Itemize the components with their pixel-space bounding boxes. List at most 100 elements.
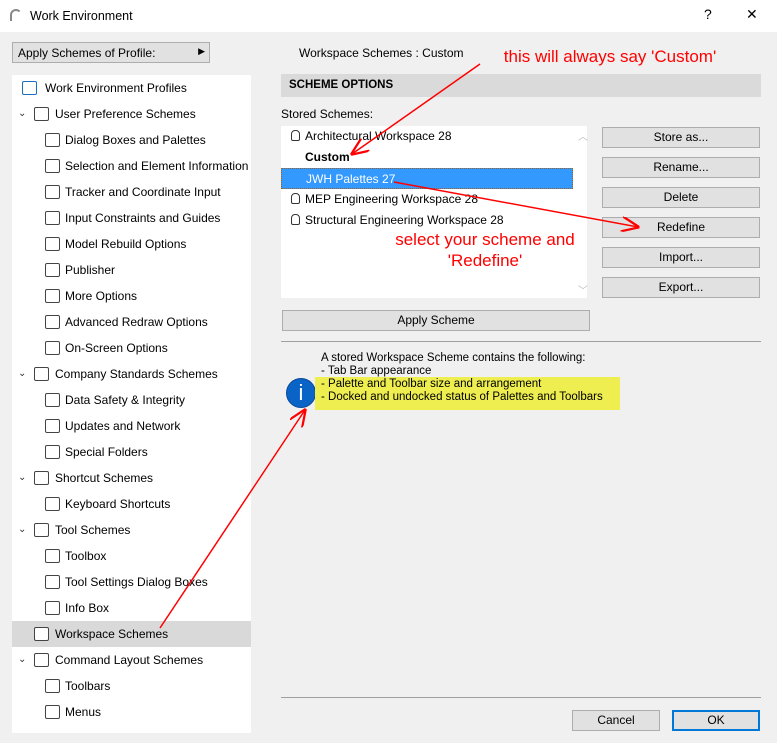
tree-item[interactable]: Dialog Boxes and Palettes [12,127,251,153]
tree-item-label: Workspace Schemes [55,627,169,641]
highlighted-description: - Palette and Toolbar size and arrangeme… [315,377,620,410]
triangle-right-icon: ▶ [198,46,205,56]
folders-icon [45,445,60,459]
store-as-button[interactable]: Store as... [602,127,760,148]
tree-item[interactable]: Info Box [12,595,251,621]
annotation-custom-note: this will always say 'Custom' [503,47,717,66]
redraw-icon [45,315,60,329]
tool-schemes-icon [34,523,49,537]
description-line: - Docked and undocked status of Palettes… [321,391,603,403]
stored-schemes-label: Stored Schemes: [281,107,374,121]
tree-item[interactable]: On-Screen Options [12,335,251,361]
tree-item[interactable]: Input Constraints and Guides [12,205,251,231]
tree-item-label: User Preference Schemes [55,107,196,121]
apply-profile-label: Apply Schemes of Profile: [18,46,156,60]
tree-item-label: Updates and Network [65,419,181,433]
window-title: Work Environment [30,9,133,23]
input-constraints-icon [45,211,60,225]
chevron-down-icon[interactable]: ⌄ [18,517,26,543]
tool-settings-icon [45,575,60,589]
chevron-down-icon[interactable]: ⌄ [18,101,26,127]
tree-item[interactable]: Model Rebuild Options [12,231,251,257]
tree-item[interactable]: ⌄ Tool Schemes [12,517,251,543]
tree-item[interactable]: Updates and Network [12,413,251,439]
tree-item[interactable]: ⌄ Shortcut Schemes [12,465,251,491]
chevron-down-icon[interactable]: ⌄ [18,465,26,491]
tree-item[interactable]: Work Environment Profiles [12,75,251,101]
tree-item[interactable]: Special Folders [12,439,251,465]
tree-item[interactable]: Workspace Schemes [12,621,251,647]
info-box-icon [45,601,60,615]
keyboard-icon [45,497,60,511]
export-button[interactable]: Export... [602,277,760,298]
tree-item[interactable]: Toolbars [12,673,251,699]
tree-item-label: Selection and Element Information [65,159,249,173]
tree-item[interactable]: More Options [12,283,251,309]
profiles-icon [22,81,37,95]
scheme-label: JWH Palettes 27 [306,172,396,186]
delete-button[interactable]: Delete [602,187,760,208]
apply-schemes-of-profile-button[interactable]: Apply Schemes of Profile: ▶ [12,42,210,63]
tree-item-label: Special Folders [65,445,148,459]
tree-item[interactable]: ⌄ Company Standards Schemes [12,361,251,387]
tree-item-label: Company Standards Schemes [55,367,218,381]
annotation-redefine-note: select your scheme and 'Redefine' [380,229,590,271]
cancel-button[interactable]: Cancel [572,710,660,731]
scheme-list-item[interactable]: Structural Engineering Workspace 28 [281,210,573,231]
footer-divider [281,697,761,698]
network-icon [45,419,60,433]
chevron-down-icon[interactable]: ⌄ [18,647,26,673]
company-standards-icon [34,367,49,381]
description-line: A stored Workspace Scheme contains the f… [321,352,586,364]
tree-item[interactable]: Menus [12,699,251,725]
scheme-label: Structural Engineering Workspace 28 [305,213,504,227]
workspace-schemes-status: Workspace Schemes : Custom [299,46,464,60]
tree-item[interactable]: Toolbox [12,543,251,569]
ok-button[interactable]: OK [672,710,760,731]
tree-item[interactable]: Advanced Redraw Options [12,309,251,335]
tree-item[interactable]: ⌄ Command Layout Schemes [12,647,251,673]
tree-item[interactable]: Tool Settings Dialog Boxes [12,569,251,595]
close-button[interactable]: ✕ [746,6,758,23]
tree-item[interactable]: ⌄ User Preference Schemes [12,101,251,127]
apply-scheme-button[interactable]: Apply Scheme [282,310,590,331]
redefine-button[interactable]: Redefine [602,217,760,238]
menus-icon [45,705,60,719]
import-button[interactable]: Import... [602,247,760,268]
rename-button[interactable]: Rename... [602,157,760,178]
info-icon: i [286,378,316,408]
chevron-down-icon[interactable]: ⌄ [18,361,26,387]
panel-divider[interactable] [252,75,264,733]
help-button[interactable]: ? [704,6,712,22]
scheme-list-item[interactable]: Custom [281,147,573,168]
scheme-list-item[interactable]: JWH Palettes 27 [281,168,573,189]
more-options-icon [45,289,60,303]
tree-item-label: Keyboard Shortcuts [65,497,171,511]
scheme-label: Architectural Workspace 28 [305,129,452,143]
tree-item-label: Toolbox [65,549,107,563]
tree-item-label: Tool Settings Dialog Boxes [65,575,208,589]
status-value: Custom [422,46,464,60]
tree-item-label: Advanced Redraw Options [65,315,208,329]
tree-item-label: Input Constraints and Guides [65,211,221,225]
settings-tree[interactable]: Work Environment Profiles ⌄ User Preferenc… [12,75,251,733]
tree-item[interactable]: Publisher [12,257,251,283]
annotation-line: select your scheme and [395,230,575,249]
tree-item[interactable]: Tracker and Coordinate Input [12,179,251,205]
stored-schemes-list[interactable]: Architectural Workspace 28 Custom JWH Pale… [281,126,587,298]
lock-icon [291,214,300,225]
scroll-up-icon[interactable]: ︿ [578,128,588,143]
tracker-icon [45,185,60,199]
tree-item-label: Dialog Boxes and Palettes [65,133,206,147]
tree-item[interactable]: Selection and Element Information [12,153,251,179]
tree-item[interactable]: Keyboard Shortcuts [12,491,251,517]
scheme-options-header: SCHEME OPTIONS [281,74,761,97]
shortcut-icon [34,471,49,485]
scheme-list-item[interactable]: MEP Engineering Workspace 28 [281,189,573,210]
tree-item[interactable]: Data Safety & Integrity [12,387,251,413]
user-preference-icon [34,107,49,121]
scheme-list-item[interactable]: Architectural Workspace 28 [281,126,573,147]
scroll-down-icon[interactable]: ﹀ [578,282,588,297]
description-line: - Palette and Toolbar size and arrangeme… [321,378,542,390]
tree-item-label: More Options [65,289,138,303]
